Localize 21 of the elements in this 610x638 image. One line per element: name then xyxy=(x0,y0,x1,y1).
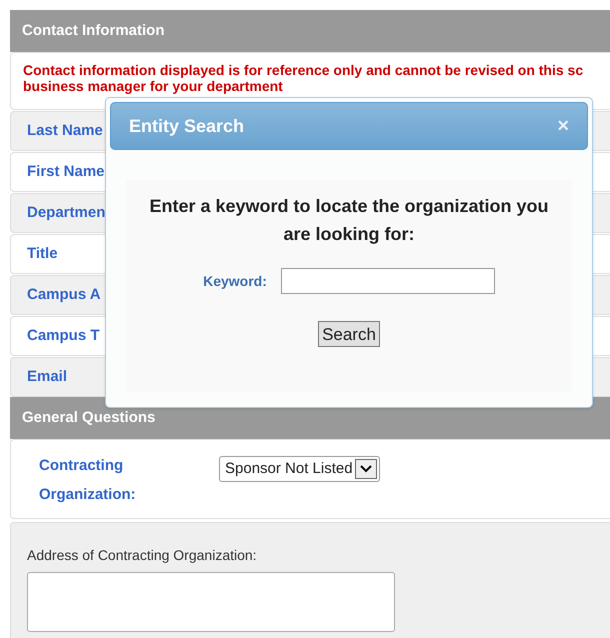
address-label: Address of Contracting Organization: xyxy=(27,546,257,565)
field-label: Campus T xyxy=(27,326,100,346)
notice-text: business manager for your department xyxy=(23,78,283,94)
field-label: Email xyxy=(27,366,68,387)
field-label: Last Name xyxy=(27,120,103,141)
dialog-prompt: Enter a keyword to locate the organization you are looking for: xyxy=(148,195,550,246)
field-label: Title xyxy=(27,244,58,264)
address-field[interactable] xyxy=(27,572,395,632)
search-button[interactable]: Search xyxy=(318,321,380,347)
keyword-field[interactable] xyxy=(280,268,495,294)
chevron-down-icon xyxy=(354,459,377,479)
field-label: First Name xyxy=(27,162,105,182)
dialog-title: Entity Search xyxy=(129,114,244,138)
field-label: Departmen xyxy=(27,202,106,223)
organization-select[interactable]: Sponsor Not Listed xyxy=(219,456,380,482)
question-label: Organization: xyxy=(39,485,136,504)
section-header: Contact Information xyxy=(10,10,610,52)
keyword-label: Keyword: xyxy=(203,272,267,291)
field-label: Campus A xyxy=(27,284,101,305)
question-label: Contracting xyxy=(39,456,124,475)
notice-text: Contact information displayed is for reference only and cannot be revised on this sc xyxy=(23,62,584,78)
